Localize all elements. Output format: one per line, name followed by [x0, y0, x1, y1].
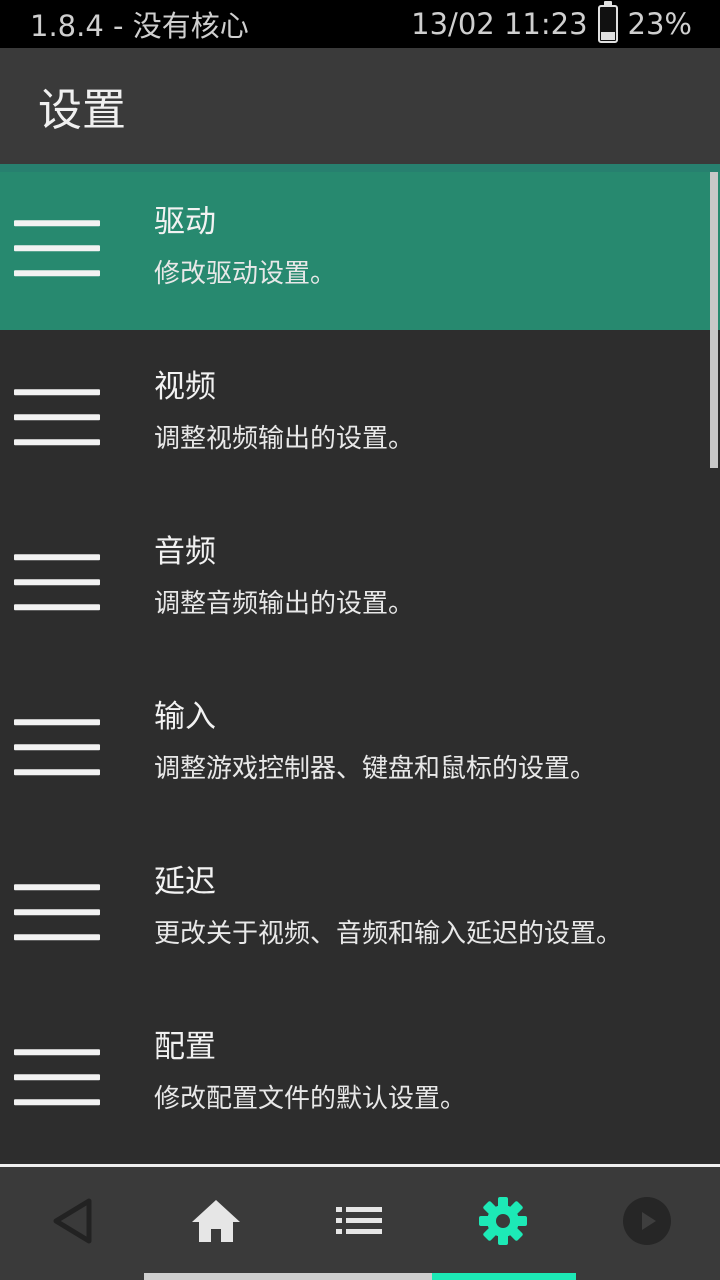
settings-item-desc: 修改驱动设置。 — [154, 259, 337, 289]
menu-lines-icon — [14, 718, 100, 775]
settings-item-desc: 更改关于视频、音频和输入延迟的设置。 — [154, 919, 623, 949]
page-title: 设置 — [38, 85, 126, 136]
menu-lines-icon — [14, 553, 100, 610]
settings-item-video[interactable]: 视频 调整视频输出的设置。 — [0, 337, 720, 502]
settings-item-title: 输入 — [154, 699, 216, 735]
menu-lines-icon — [14, 883, 100, 940]
status-app-version: 1.8.4 - 没有核心 — [30, 9, 249, 43]
nav-position-indicator — [144, 1273, 576, 1280]
menu-lines-icon — [14, 220, 100, 277]
settings-item-desc: 修改配置文件的默认设置。 — [154, 1084, 467, 1114]
list-icon — [336, 1207, 382, 1234]
status-right: 13/02 11:23 23% — [411, 1, 692, 43]
settings-item-latency[interactable]: 延迟 更改关于视频、音频和输入延迟的设置。 — [0, 832, 720, 997]
status-datetime: 13/02 11:23 — [411, 7, 588, 41]
status-bar: 1.8.4 - 没有核心 13/02 11:23 23% — [0, 0, 720, 48]
settings-item-title: 延迟 — [154, 864, 216, 900]
playlist-button[interactable] — [319, 1185, 399, 1257]
settings-item-desc: 调整音频输出的设置。 — [154, 589, 415, 619]
battery-icon — [597, 1, 618, 43]
resume-button[interactable] — [607, 1185, 687, 1257]
home-icon — [192, 1200, 240, 1242]
settings-item-title: 视频 — [154, 369, 216, 405]
scrollbar[interactable] — [710, 172, 718, 468]
settings-item-input[interactable]: 输入 调整游戏控制器、键盘和鼠标的设置。 — [0, 667, 720, 832]
back-button[interactable] — [33, 1185, 113, 1257]
settings-button[interactable] — [463, 1185, 543, 1257]
settings-item-config[interactable]: 配置 修改配置文件的默认设置。 — [0, 997, 720, 1162]
settings-item-desc: 调整游戏控制器、键盘和鼠标的设置。 — [154, 754, 597, 784]
battery-level — [600, 32, 615, 40]
settings-item-desc: 调整视频输出的设置。 — [154, 424, 415, 454]
settings-item-audio[interactable]: 音频 调整音频输出的设置。 — [0, 502, 720, 667]
back-icon — [53, 1198, 92, 1244]
play-icon — [623, 1197, 671, 1245]
gear-icon — [479, 1197, 527, 1245]
settings-item-drivers[interactable]: 驱动 修改驱动设置。 — [0, 172, 720, 330]
bottom-nav — [0, 1167, 720, 1280]
menu-lines-icon — [14, 388, 100, 445]
home-button[interactable] — [176, 1185, 256, 1257]
title-divider — [0, 164, 720, 172]
battery-percent: 23% — [627, 7, 692, 41]
settings-list: 驱动 修改驱动设置。 视频 调整视频输出的设置。 音频 调整音频输出的设置。 输… — [0, 172, 720, 1162]
settings-item-title: 驱动 — [154, 204, 216, 240]
settings-item-title: 音频 — [154, 534, 216, 570]
settings-item-title: 配置 — [154, 1029, 216, 1065]
menu-lines-icon — [14, 1048, 100, 1105]
title-bar: 设置 — [0, 48, 720, 164]
nav-active-indicator — [432, 1273, 576, 1280]
